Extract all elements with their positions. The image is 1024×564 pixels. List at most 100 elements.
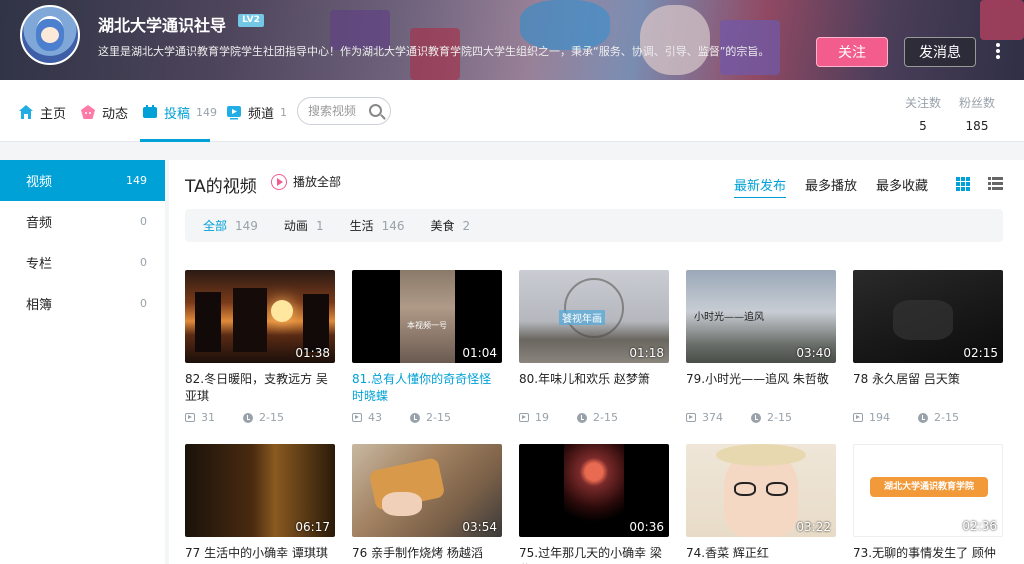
video-duration: 02:36: [962, 519, 997, 533]
video-thumbnail[interactable]: 02:15: [853, 270, 1003, 363]
username[interactable]: 湖北大学通识社导: [98, 12, 226, 36]
video-meta: 19 2-15: [519, 411, 669, 424]
search-input[interactable]: 搜索视频: [297, 97, 391, 125]
fans-label: 粉丝数: [958, 96, 995, 110]
play-count: 19: [535, 411, 549, 424]
tab-channel-label: 频道: [248, 106, 275, 122]
video-title[interactable]: 74.香菜 辉正红: [686, 545, 836, 564]
sidebar-item-label: 相簿: [26, 298, 53, 313]
filter-life[interactable]: 生活 146: [350, 217, 405, 234]
filter-all[interactable]: 全部 149: [203, 217, 258, 234]
video-title[interactable]: 78 永久居留 吕天策: [853, 371, 1003, 405]
video-card[interactable]: 06:17 77 生活中的小确幸 谭琪琪: [185, 444, 335, 564]
video-card[interactable]: 湖北大学通识教育学院 02:36 73.无聊的事情发生了 顾仲珂: [853, 444, 1003, 564]
video-card[interactable]: 02:15 78 永久居留 吕天策 194 2-15: [853, 270, 1003, 424]
video-duration: 01:18: [629, 346, 664, 360]
level-badge: LV2: [238, 14, 264, 27]
video-title[interactable]: 75.过年那几天的小确幸 梁燕: [519, 545, 669, 564]
video-meta: 43 2-15: [352, 411, 502, 424]
video-thumbnail[interactable]: 01:38: [185, 270, 335, 363]
sidebar-item-audio[interactable]: 音频 0: [0, 201, 165, 242]
avatar[interactable]: [20, 5, 80, 65]
video-card[interactable]: 饕视年画 01:18 80.年味儿和欢乐 赵梦箫 19 2-15: [519, 270, 669, 424]
play-count-icon: [519, 413, 529, 422]
tab-home-label: 主页: [40, 106, 67, 122]
video-card[interactable]: 03:22 74.香菜 辉正红: [686, 444, 836, 564]
tab-dynamic-label: 动态: [102, 106, 129, 122]
video-thumbnail[interactable]: 小时光——追风 03:40: [686, 270, 836, 363]
thumbnail-caption: 饕视年画: [559, 310, 605, 325]
upload-date: 2-15: [767, 411, 792, 424]
video-thumbnail[interactable]: 00:36: [519, 444, 669, 537]
video-thumbnail[interactable]: 03:54: [352, 444, 502, 537]
video-duration: 01:38: [295, 346, 330, 360]
sidebar-item-album[interactable]: 相簿 0: [0, 283, 165, 324]
video-duration: 03:54: [462, 520, 497, 534]
video-card[interactable]: 00:36 75.过年那几天的小确幸 梁燕: [519, 444, 669, 564]
video-card[interactable]: 小时光——追风 03:40 79.小时光——追风 朱哲敬 374 2-15: [686, 270, 836, 424]
follow-button[interactable]: 关注: [816, 37, 888, 67]
video-thumbnail[interactable]: 06:17: [185, 444, 335, 537]
video-title[interactable]: 82.冬日暖阳，支教远方 吴亚琪: [185, 371, 335, 405]
video-duration: 03:40: [796, 346, 831, 360]
upload-date: 2-15: [934, 411, 959, 424]
sidebar-item-count: 149: [126, 174, 147, 187]
sidebar-item-count: 0: [140, 297, 147, 310]
upload-date: 2-15: [593, 411, 618, 424]
thumbnail-caption: 本视频一号: [407, 321, 447, 330]
play-count: 374: [702, 411, 723, 424]
video-list-panel: TA的视频 播放全部 最新发布 最多播放 最多收藏 全部 149 动画 1 生活 14…: [169, 160, 1024, 564]
profile-nav: 主页 动态 投稿 149 频道 1 搜索视频 关注数 5 粉丝数 185: [0, 80, 1024, 142]
video-thumbnail[interactable]: 03:22: [686, 444, 836, 537]
play-count-icon: [352, 413, 362, 422]
tab-channel[interactable]: 频道 1: [226, 102, 287, 122]
tab-contribute[interactable]: 投稿 149: [142, 102, 217, 122]
sort-most-favorited[interactable]: 最多收藏: [876, 175, 928, 194]
filter-food[interactable]: 美食 2: [431, 217, 471, 234]
play-count-icon: [686, 413, 696, 422]
video-card[interactable]: 本视频一号 01:04 81.总有人懂你的奇奇怪怪 时晓蝶 43 2-15: [352, 270, 502, 424]
sidebar-item-video[interactable]: 视频 149: [0, 160, 165, 201]
video-card[interactable]: 01:38 82.冬日暖阳，支教远方 吴亚琪 31 2-15: [185, 270, 335, 424]
video-thumbnail[interactable]: 本视频一号 01:04: [352, 270, 502, 363]
clock-icon: [577, 412, 587, 423]
upload-date: 2-15: [426, 411, 451, 424]
video-thumbnail[interactable]: 饕视年画 01:18: [519, 270, 669, 363]
video-thumbnail[interactable]: 湖北大学通识教育学院 02:36: [853, 444, 1003, 537]
filter-animation[interactable]: 动画 1: [284, 217, 324, 234]
video-title[interactable]: 73.无聊的事情发生了 顾仲珂: [853, 545, 1003, 564]
video-title[interactable]: 76 亲手制作烧烤 杨越滔: [352, 545, 502, 564]
play-count: 43: [368, 411, 382, 424]
play-all-label: 播放全部: [293, 175, 342, 189]
video-title[interactable]: 81.总有人懂你的奇奇怪怪 时晓蝶: [352, 371, 502, 405]
more-options-icon[interactable]: [988, 41, 1008, 61]
tab-channel-count: 1: [280, 105, 288, 119]
video-title[interactable]: 77 生活中的小确幸 谭琪琪: [185, 545, 335, 564]
search-icon[interactable]: [369, 104, 382, 117]
home-icon: [19, 105, 33, 119]
play-count: 31: [201, 411, 215, 424]
play-circle-icon: [271, 173, 287, 190]
video-title[interactable]: 80.年味儿和欢乐 赵梦箫: [519, 371, 669, 405]
following-stat[interactable]: 关注数 5: [898, 94, 948, 133]
clock-icon: [918, 412, 928, 423]
clock-icon: [751, 412, 761, 423]
video-duration: 00:36: [629, 520, 664, 534]
video-title[interactable]: 79.小时光——追风 朱哲敬: [686, 371, 836, 405]
sidebar-item-article[interactable]: 专栏 0: [0, 242, 165, 283]
tab-contribute-count: 149: [196, 105, 218, 119]
message-button[interactable]: 发消息: [904, 37, 976, 67]
tab-home[interactable]: 主页: [18, 102, 66, 122]
play-count-icon: [185, 413, 195, 422]
sort-newest[interactable]: 最新发布: [734, 175, 787, 198]
fans-stat[interactable]: 粉丝数 185: [952, 94, 1002, 133]
content-type-sidebar: 视频 149 音频 0 专栏 0 相簿 0: [0, 160, 165, 564]
tab-dynamic[interactable]: 动态: [80, 102, 128, 122]
video-duration: 01:04: [462, 346, 497, 360]
video-card[interactable]: 03:54 76 亲手制作烧烤 杨越滔: [352, 444, 502, 564]
play-all-button[interactable]: 播放全部: [271, 173, 341, 190]
grid-view-icon[interactable]: [956, 177, 970, 191]
sort-most-played[interactable]: 最多播放: [805, 175, 857, 194]
clock-icon: [410, 412, 420, 423]
list-view-icon[interactable]: [988, 177, 1003, 191]
